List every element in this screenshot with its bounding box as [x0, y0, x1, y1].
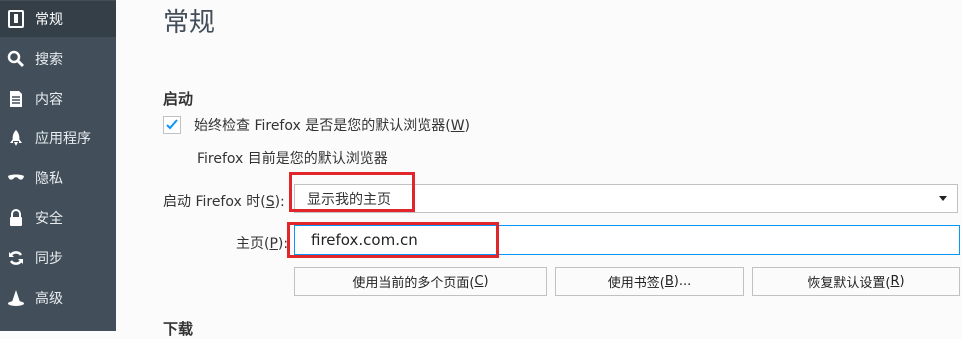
when-starts-label: 启动 Firefox 时(S):	[163, 194, 285, 210]
sidebar-item-applications[interactable]: 应用程序	[0, 120, 116, 156]
sidebar-item-privacy[interactable]: 隐私	[0, 160, 116, 196]
sidebar-item-label: 高级	[35, 291, 63, 307]
startup-heading: 启动	[163, 90, 194, 108]
sidebar-item-label: 同步	[35, 251, 63, 267]
use-bookmark-button[interactable]: 使用书签(B)...	[555, 267, 744, 296]
sidebar-item-general[interactable]: 常规	[0, 1, 116, 37]
sidebar-item-security[interactable]: 安全	[0, 200, 116, 236]
page-title: 常规	[163, 8, 216, 38]
search-icon	[6, 49, 26, 69]
mask-icon	[6, 168, 26, 188]
sidebar-item-label: 隐私	[35, 171, 63, 187]
sidebar-item-advanced[interactable]: 高级	[0, 280, 116, 316]
chevron-down-icon	[939, 196, 947, 201]
sidebar-item-label: 安全	[35, 211, 63, 227]
use-current-pages-button[interactable]: 使用当前的多个页面(C)	[294, 267, 547, 296]
homepage-value: firefox.com.cn	[311, 231, 418, 249]
rocket-icon	[6, 128, 26, 148]
content-icon	[6, 89, 26, 109]
downloads-heading: 下载	[163, 320, 194, 338]
default-browser-check-row: 始终检查 Firefox 是否是您的默认浏览器(W)	[163, 115, 470, 135]
sidebar-item-label: 常规	[35, 12, 63, 28]
sidebar-item-content[interactable]: 内容	[0, 81, 116, 117]
default-browser-status: Firefox 目前是您的默认浏览器	[197, 151, 388, 167]
when-starts-select[interactable]: 显示我的主页	[294, 184, 958, 213]
main-panel: 常规 启动 始终检查 Firefox 是否是您的默认浏览器(W) Firefox…	[116, 0, 962, 338]
sync-icon	[6, 248, 26, 268]
homepage-input[interactable]: firefox.com.cn	[294, 225, 960, 255]
restore-default-button[interactable]: 恢复默认设置(R)	[752, 267, 960, 296]
general-icon	[6, 9, 26, 29]
sidebar-item-sync[interactable]: 同步	[0, 240, 116, 276]
sidebar-item-label: 搜索	[35, 52, 63, 68]
default-browser-check-label[interactable]: 始终检查 Firefox 是否是您的默认浏览器(W)	[194, 115, 470, 135]
check-icon	[166, 119, 178, 130]
sidebar: 常规 搜索 内容 应用程序 隐私 安全 同步 高级	[0, 0, 116, 331]
lock-icon	[6, 208, 26, 228]
homepage-label: 主页(P):	[236, 236, 289, 252]
wizard-hat-icon	[6, 288, 26, 308]
default-browser-checkbox[interactable]	[163, 116, 181, 134]
sidebar-item-label: 内容	[35, 92, 63, 108]
when-starts-value: 显示我的主页	[307, 191, 391, 208]
sidebar-item-search[interactable]: 搜索	[0, 41, 116, 77]
sidebar-item-label: 应用程序	[35, 131, 91, 147]
